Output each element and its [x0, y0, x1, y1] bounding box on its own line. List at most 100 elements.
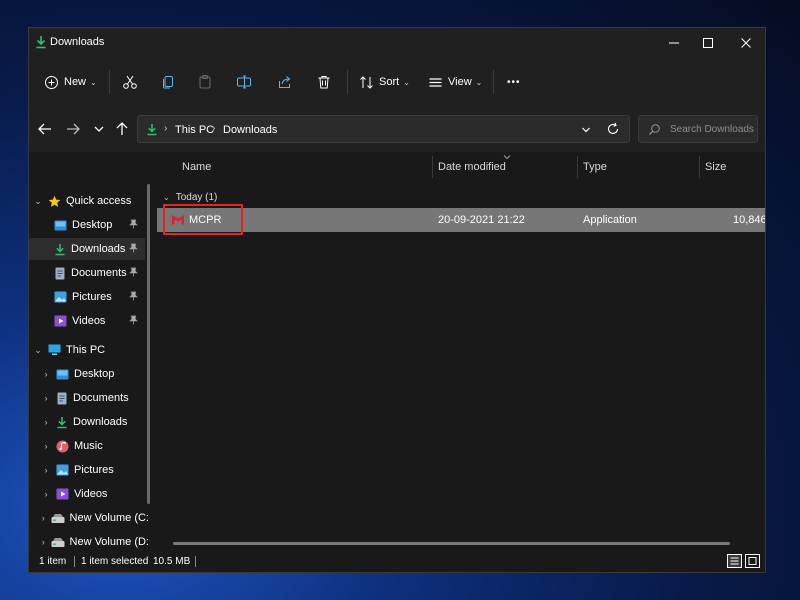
clipboard-icon [199, 75, 211, 89]
scissors-icon [123, 75, 137, 89]
address-bar[interactable]: › This PC › Downloads [137, 115, 630, 143]
maximize-button[interactable] [697, 34, 719, 52]
column-header-size[interactable]: Size [705, 161, 726, 173]
file-list-pane: Name Date modified Type Size ⌄ Today (1)… [157, 152, 765, 548]
minimize-button[interactable] [663, 34, 685, 52]
divider [347, 70, 348, 94]
close-button[interactable] [735, 34, 757, 52]
column-header-name[interactable]: Name [182, 161, 211, 173]
chevron-expanded-icon[interactable]: ⌄ [33, 345, 43, 356]
forward-arrow-icon[interactable] [64, 120, 82, 138]
sort-icon [360, 75, 373, 89]
rename-button[interactable] [236, 70, 252, 94]
chevron-right-icon[interactable]: › [41, 417, 51, 427]
column-divider[interactable] [577, 156, 578, 178]
sidebar-item-label: Pictures [72, 291, 112, 303]
chevron-right-icon[interactable]: › [41, 537, 46, 547]
chevron-right-icon[interactable]: › [41, 369, 51, 379]
refresh-icon[interactable] [606, 122, 620, 136]
sidebar-item-label: Documents [71, 267, 127, 279]
copy-button[interactable] [160, 70, 176, 94]
sidebar-item-videos[interactable]: Videos [29, 310, 145, 332]
pin-icon [129, 267, 138, 279]
breadcrumb-separator: › [164, 123, 168, 134]
nav-quick-access[interactable]: ⌄ Quick access [33, 190, 143, 212]
sidebar-item-label: Desktop [72, 219, 113, 231]
group-header-today[interactable]: ⌄ Today (1) [163, 192, 217, 203]
column-divider[interactable] [432, 156, 433, 178]
search-box[interactable]: Search Downloads [638, 115, 758, 143]
more-options-button[interactable]: ••• [507, 70, 521, 94]
sidebar-item-label: Videos [72, 315, 106, 327]
nav-scrollbar[interactable] [147, 184, 150, 504]
column-divider[interactable] [699, 156, 700, 178]
sort-button[interactable]: Sort ⌄ [359, 70, 410, 94]
sort-label: Sort [379, 76, 400, 88]
chevron-right-icon[interactable]: › [41, 513, 46, 523]
status-bar: 1 item 1 item selected 10.5 MB [29, 548, 765, 572]
sidebar-item-label: Downloads [71, 243, 126, 255]
search-placeholder: Search Downloads [670, 124, 754, 135]
pin-icon [129, 243, 138, 255]
nav-label: Quick access [66, 195, 132, 207]
details-view-button[interactable] [727, 554, 742, 568]
sidebar-item-downloads[interactable]: › Downloads [33, 411, 149, 433]
up-arrow-icon[interactable] [113, 120, 131, 138]
delete-button[interactable] [316, 70, 332, 94]
chevron-right-icon[interactable]: › [41, 441, 51, 451]
nav-this-pc[interactable]: ⌄ This PC [33, 339, 143, 361]
share-button[interactable] [277, 70, 293, 94]
table-row[interactable]: MCPR 20-09-2021 21:22 Application 10,846… [157, 208, 765, 232]
download-icon [147, 124, 157, 136]
sidebar-item-new-volume-c[interactable]: › New Volume (C: [33, 507, 149, 529]
column-header-type[interactable]: Type [583, 161, 607, 173]
view-button[interactable]: View ⌄ [428, 70, 482, 94]
sidebar-item-documents[interactable]: › Documents [33, 387, 149, 409]
sidebar-item-label: New Volume (C: [69, 512, 149, 524]
chevron-right-icon[interactable]: › [41, 489, 51, 499]
new-button[interactable]: New ⌄ [44, 70, 97, 94]
sidebar-item-desktop[interactable]: Desktop [29, 214, 145, 236]
chevron-down-icon: ⌄ [475, 77, 483, 87]
chevron-right-icon[interactable]: › [41, 393, 51, 403]
horizontal-scrollbar[interactable] [173, 542, 730, 545]
pin-icon [129, 291, 138, 303]
status-item-count: 1 item [39, 556, 67, 567]
address-row: › This PC › Downloads Search Downloads [29, 106, 765, 152]
sidebar-item-pictures[interactable]: › Pictures [33, 459, 149, 481]
sidebar-item-videos[interactable]: › Videos [33, 483, 149, 505]
chevron-expanded-icon[interactable]: ⌄ [33, 196, 43, 207]
videos-icon [54, 315, 67, 327]
column-header-date-modified[interactable]: Date modified [438, 161, 506, 173]
file-date-modified: 20-09-2021 21:22 [438, 214, 525, 226]
group-label: Today (1) [175, 192, 218, 203]
chevron-right-icon[interactable]: › [41, 465, 51, 475]
desktop-icon [54, 220, 67, 231]
divider [109, 70, 110, 94]
view-list-icon [429, 77, 442, 87]
recent-chevron-icon[interactable] [90, 120, 108, 138]
breadcrumb-this-pc[interactable]: This PC [175, 124, 214, 136]
sidebar-item-label: Videos [74, 488, 108, 500]
sidebar-item-documents[interactable]: Documents [29, 262, 145, 284]
sidebar-item-label: Documents [73, 392, 129, 404]
sidebar-item-pictures[interactable]: Pictures [29, 286, 145, 308]
computer-icon [48, 344, 61, 356]
breadcrumb-downloads[interactable]: Downloads [223, 124, 277, 136]
sidebar-item-music[interactable]: › Music [33, 435, 149, 457]
command-bar: New ⌄ Sort ⌄ View ⌄ ••• [29, 58, 765, 107]
back-arrow-icon[interactable] [36, 120, 54, 138]
large-icons-view-button[interactable] [745, 554, 760, 568]
new-label: New [64, 76, 87, 88]
drive-icon [51, 537, 65, 548]
title-bar: Downloads [29, 28, 765, 58]
sidebar-item-downloads[interactable]: Downloads [29, 238, 145, 260]
pin-icon [129, 219, 138, 231]
chevron-down-icon[interactable] [580, 124, 592, 136]
cut-button[interactable] [122, 70, 138, 94]
download-icon [36, 36, 46, 49]
paste-button[interactable] [197, 70, 213, 94]
sidebar-item-desktop[interactable]: › Desktop [33, 363, 149, 385]
status-selected: 1 item selected [81, 556, 149, 567]
divider [493, 70, 494, 94]
